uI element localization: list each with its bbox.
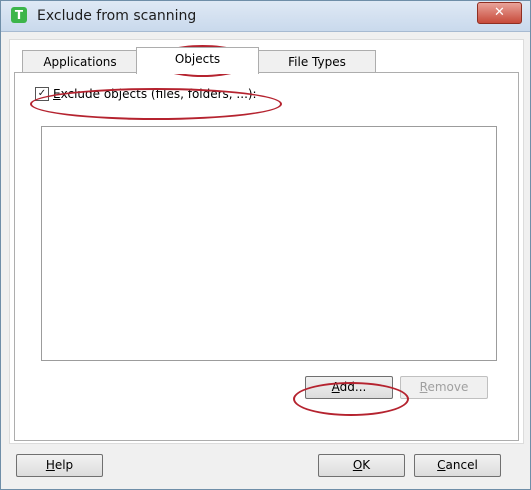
tab-label: Applications xyxy=(43,55,117,69)
objects-tab-panel: ✓ Exclude objects (files, folders, ...):… xyxy=(14,72,519,441)
tab-objects[interactable]: Objects xyxy=(136,47,259,74)
exclude-objects-label: Exclude objects (files, folders, ...): xyxy=(53,87,257,101)
remove-button[interactable]: Remove xyxy=(400,376,488,399)
add-button[interactable]: Add... xyxy=(305,376,393,399)
dialog-window: T Exclude from scanning ✕ Applications O… xyxy=(0,0,531,490)
tab-label: File Types xyxy=(288,55,346,69)
app-logo-icon: T xyxy=(11,7,27,23)
dialog-content: Applications Objects File Types ✓ Exclud… xyxy=(9,39,524,444)
exclude-objects-checkbox-row[interactable]: ✓ Exclude objects (files, folders, ...): xyxy=(35,87,257,101)
window-title: Exclude from scanning xyxy=(37,8,197,24)
tab-applications[interactable]: Applications xyxy=(22,50,138,73)
tab-file-types[interactable]: File Types xyxy=(258,50,376,73)
excluded-objects-list[interactable] xyxy=(41,126,497,361)
close-icon: ✕ xyxy=(494,5,505,20)
exclude-objects-checkbox[interactable]: ✓ xyxy=(35,87,49,101)
title-bar[interactable]: T Exclude from scanning ✕ xyxy=(1,1,530,32)
help-button[interactable]: Help xyxy=(16,454,103,477)
tab-label: Objects xyxy=(174,52,221,66)
close-button[interactable]: ✕ xyxy=(477,2,522,24)
ok-button[interactable]: OK xyxy=(318,454,405,477)
cancel-button[interactable]: Cancel xyxy=(414,454,501,477)
